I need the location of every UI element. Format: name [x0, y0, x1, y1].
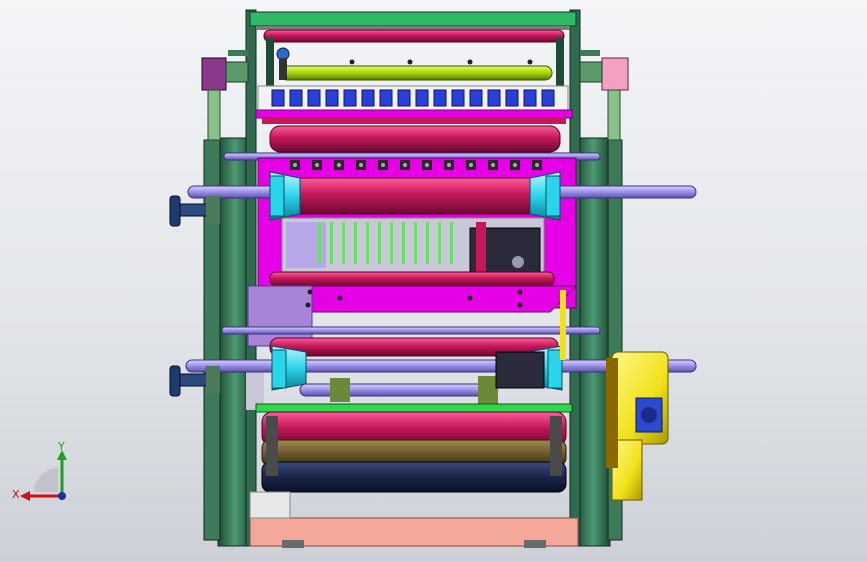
cutter-block: [343, 89, 357, 107]
z-axis-dot: [58, 492, 66, 500]
cutter-block: [289, 89, 303, 107]
y-axis-label: Y: [57, 440, 65, 453]
yellow-rail: [560, 290, 566, 360]
knife-pin: [469, 163, 473, 167]
bolt: [337, 295, 343, 301]
cutter-block: [487, 89, 501, 107]
bolt: [407, 59, 413, 65]
blade-strand: [366, 222, 369, 264]
cutter-block: [379, 89, 393, 107]
cutter-block: [361, 89, 375, 107]
left-handwheel-upper[interactable]: [169, 195, 220, 227]
bolt: [467, 295, 473, 301]
x-axis-label: X: [12, 488, 20, 501]
base-plate: [249, 491, 579, 548]
blade-strand: [426, 222, 429, 264]
knife-pin: [315, 163, 319, 167]
bolt: [349, 59, 355, 65]
cutter-block: [325, 89, 339, 107]
blade-strand: [438, 222, 441, 264]
blade-strand: [390, 222, 393, 264]
cutter-block: [307, 89, 321, 107]
blade-strand: [330, 222, 333, 264]
cutter-row: [257, 85, 569, 111]
knife-pin: [403, 163, 407, 167]
cutter-block: [397, 89, 411, 107]
cutter-block: [433, 89, 447, 107]
x-axis-arrow: [20, 491, 30, 501]
cutter-block: [415, 89, 429, 107]
knife-pin: [381, 163, 385, 167]
lime-guide-bar: [276, 47, 553, 81]
bolt: [527, 59, 533, 65]
knife-pin: [359, 163, 363, 167]
blade-strand: [342, 222, 345, 264]
cutter-block: [451, 89, 465, 107]
cutter-block: [469, 89, 483, 107]
knife-pin: [447, 163, 451, 167]
cad-viewport[interactable]: X Y: [0, 0, 867, 562]
knife-pin: [337, 163, 341, 167]
blade-strand: [354, 222, 357, 264]
knife-pin: [425, 163, 429, 167]
knife-pin: [491, 163, 495, 167]
bolt: [517, 302, 523, 308]
knife-pin: [535, 163, 539, 167]
top-plate: [255, 109, 573, 153]
blade-strand: [378, 222, 381, 264]
blade-strand: [414, 222, 417, 264]
top-right-bracket: [579, 50, 629, 141]
knife-pin: [293, 163, 297, 167]
cutter-block: [271, 89, 285, 107]
cutter-block: [505, 89, 519, 107]
bolt: [307, 289, 313, 295]
top-left-bracket: [201, 50, 249, 141]
middle-shaft-thin: [221, 326, 601, 335]
cutter-block: [523, 89, 537, 107]
blade-strand: [450, 222, 453, 264]
bolt: [517, 289, 523, 295]
slitting-machine-model[interactable]: [0, 0, 867, 562]
knife-pin: [513, 163, 517, 167]
cutter-block: [541, 89, 555, 107]
drive-motor: [606, 351, 669, 501]
triad-plane: [34, 468, 58, 492]
green-base-bar: [255, 403, 573, 493]
bolt: [467, 59, 473, 65]
axis-triad: X Y: [12, 440, 67, 501]
bolt: [305, 302, 311, 308]
blade-strand: [402, 222, 405, 264]
blade-strand: [318, 222, 321, 264]
